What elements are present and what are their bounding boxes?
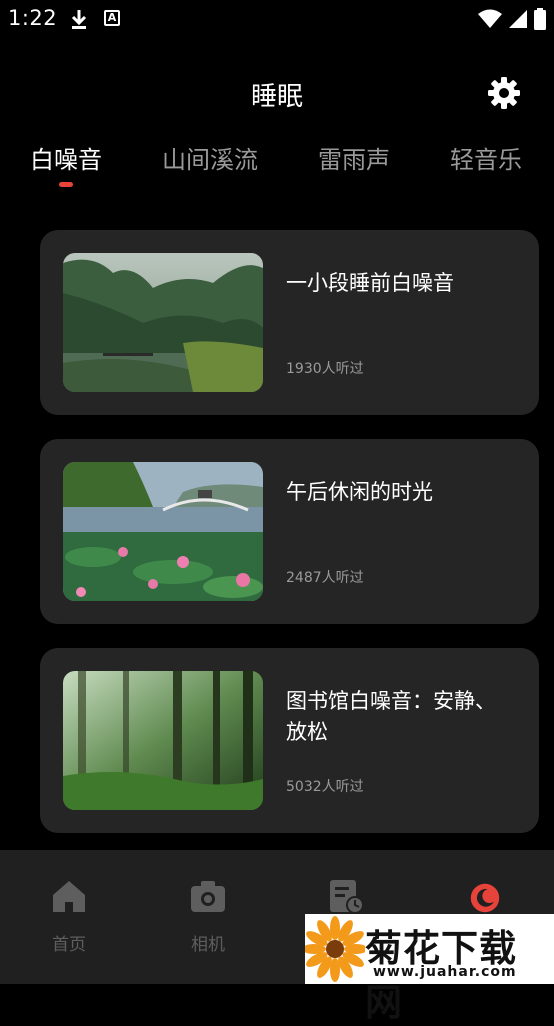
camera-icon — [191, 881, 225, 912]
tab-active-indicator — [59, 182, 73, 187]
card-title: 图书馆白噪音：安静、放松 — [286, 689, 496, 744]
wifi-icon — [478, 9, 502, 28]
watermark-url: www.juahar.com — [373, 964, 517, 980]
nav-camera[interactable]: 相机 — [158, 850, 258, 984]
gear-icon[interactable] — [486, 75, 522, 111]
card-title: 一小段睡前白噪音 — [286, 271, 454, 295]
clipboard-clock-icon — [330, 880, 364, 914]
sound-card[interactable]: 午后休闲的时光 2487人听过 — [40, 439, 539, 624]
page-title: 睡眠 — [250, 82, 303, 112]
card-thumbnail — [63, 462, 263, 601]
sleep-icon: z — [470, 883, 500, 913]
tab-light-music[interactable]: 轻音乐 — [450, 140, 522, 175]
listener-count: 2487人听过 — [286, 570, 364, 586]
listener-count: 5032人听过 — [286, 779, 364, 795]
listener-count: 1930人听过 — [286, 361, 364, 377]
card-title: 午后休闲的时光 — [286, 480, 433, 504]
nav-label: 相机 — [191, 935, 225, 955]
flower-logo-icon — [305, 916, 365, 982]
signal-icon — [509, 10, 527, 28]
nav-label: 首页 — [52, 935, 86, 955]
battery-icon — [534, 8, 546, 30]
nav-home[interactable]: 首页 — [19, 850, 119, 984]
sound-card[interactable]: 图书馆白噪音：安静、放松 5032人听过 — [40, 648, 539, 833]
status-time: 1:22 — [8, 6, 58, 30]
card-thumbnail — [63, 253, 263, 392]
text-notification-icon: A — [104, 10, 120, 26]
sound-card[interactable]: 一小段睡前白噪音 1930人听过 — [40, 230, 539, 415]
status-bar: 1:22 A — [0, 0, 554, 40]
card-thumbnail — [63, 671, 263, 810]
category-tabs: 白噪音 山间溪流 雷雨声 轻音乐 — [0, 140, 554, 190]
watermark: 菊花下载网 www.juahar.com — [305, 914, 554, 1024]
svg-text:z: z — [484, 891, 488, 900]
tab-white-noise[interactable]: 白噪音 — [30, 140, 102, 175]
tab-mountain-stream[interactable]: 山间溪流 — [162, 140, 258, 175]
download-icon — [71, 10, 87, 29]
home-icon — [53, 881, 85, 912]
tab-thunderstorm[interactable]: 雷雨声 — [318, 140, 390, 175]
status-icons — [478, 8, 546, 30]
